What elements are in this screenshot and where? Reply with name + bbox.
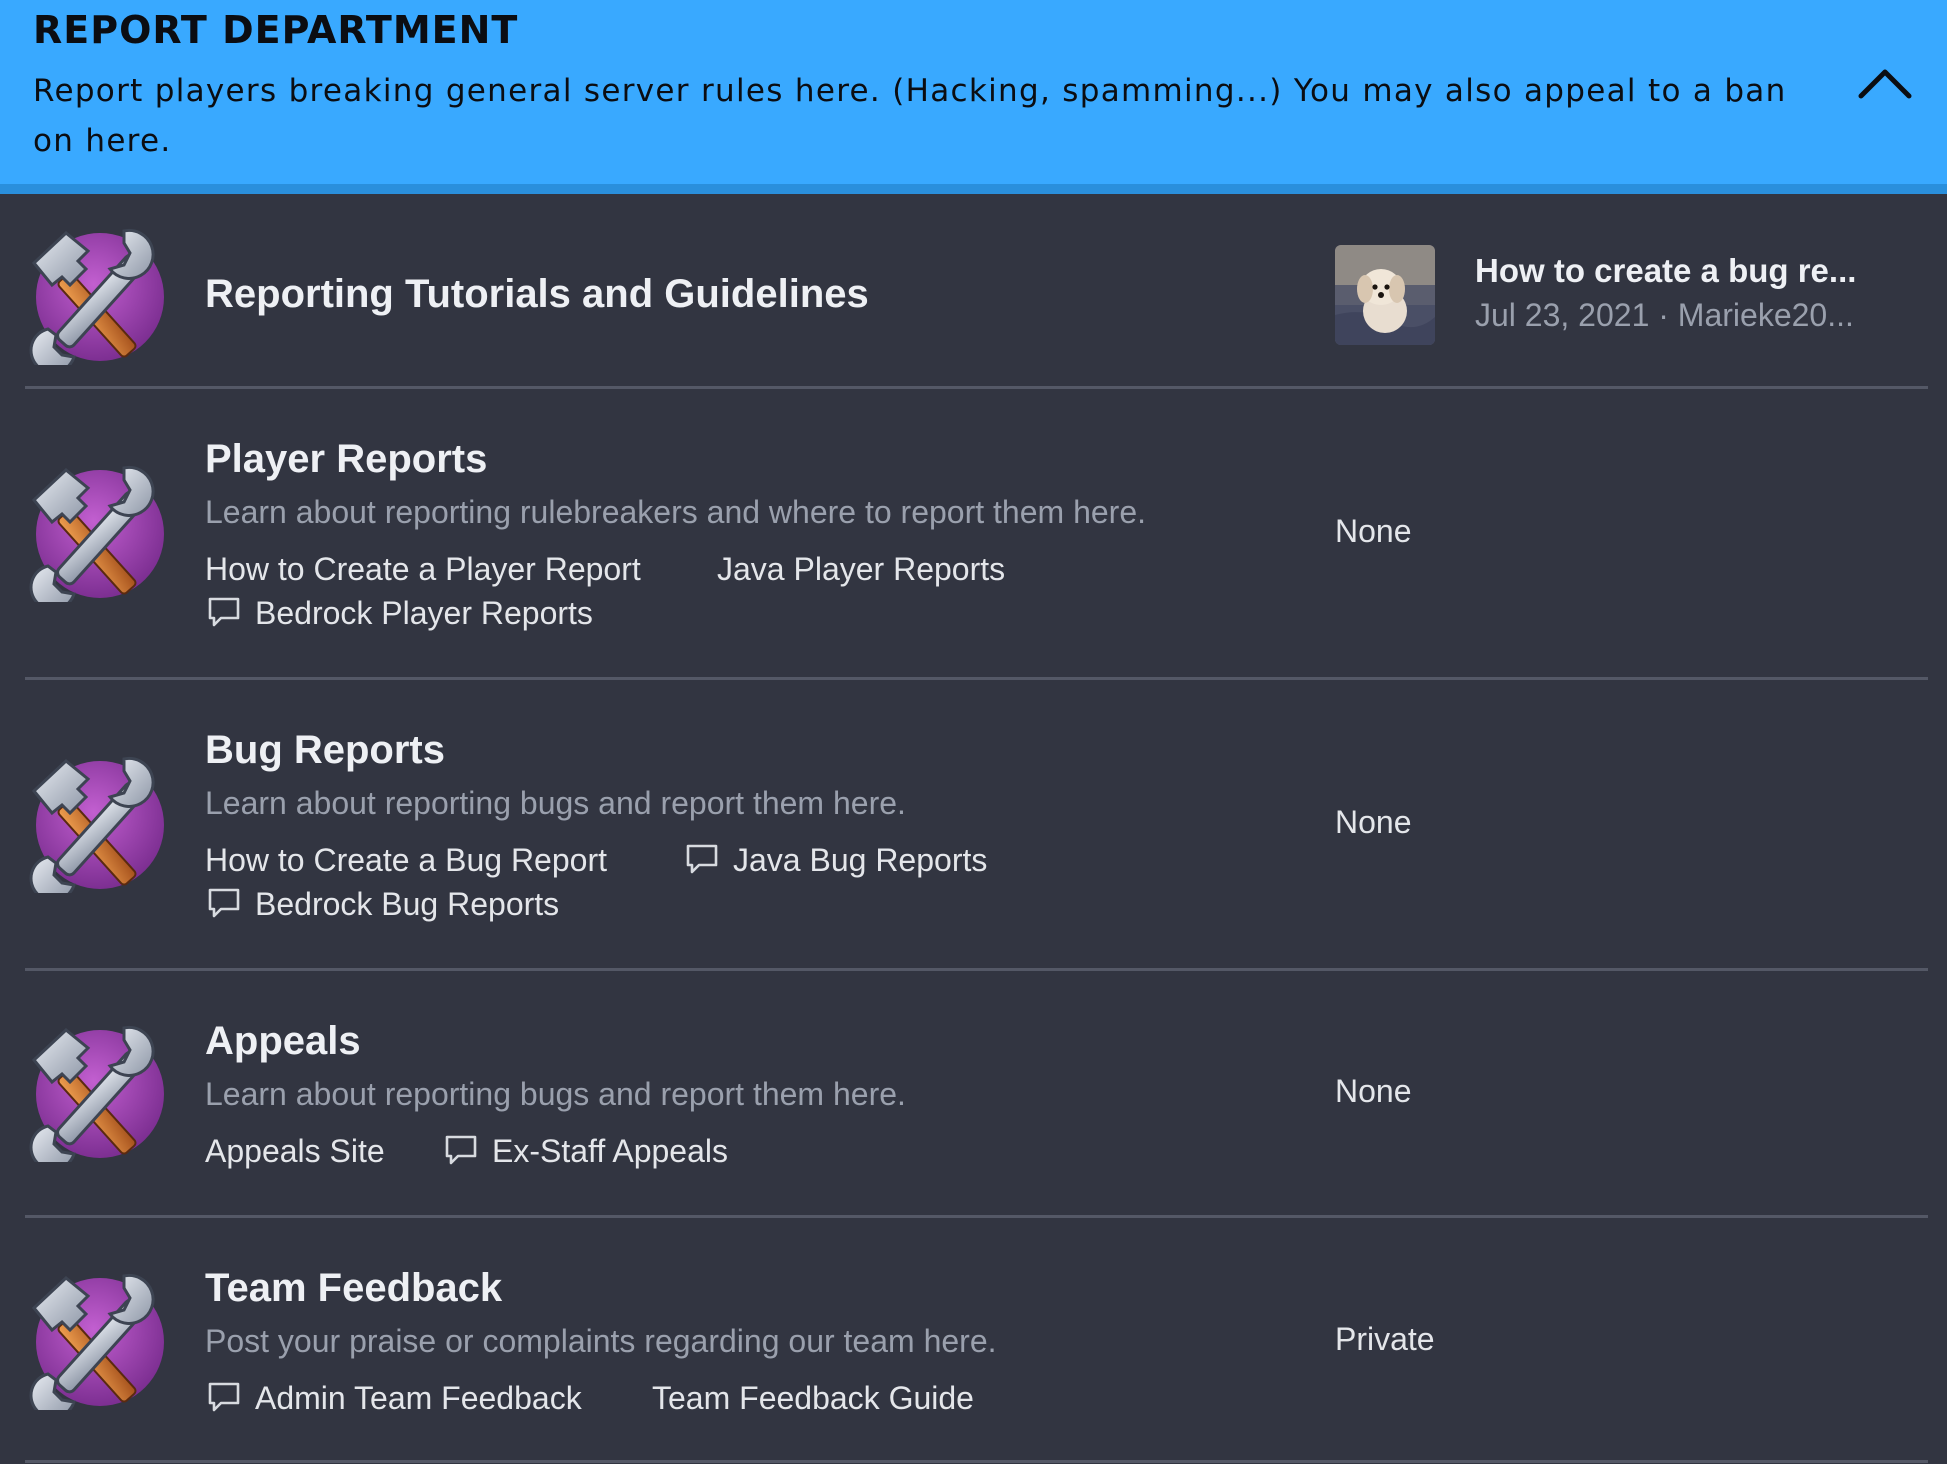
- chat-icon: [444, 1134, 478, 1166]
- tools-icon: [26, 1270, 166, 1410]
- forum-description: Post your praise or complaints regarding…: [205, 1323, 997, 1359]
- subforum-label: How to Create a Bug Report: [205, 842, 607, 878]
- latest-post-meta: Jul 23, 2021 · Marieke20...: [1475, 297, 1854, 334]
- row-divider: [25, 677, 1928, 680]
- row-divider: [25, 1460, 1928, 1463]
- latest-thread-title[interactable]: How to create a bug re...: [1475, 252, 1856, 290]
- row-divider: [25, 386, 1928, 389]
- forum-title[interactable]: Bug Reports: [205, 728, 445, 773]
- subforum-link[interactable]: Admin Team Feedback: [207, 1380, 582, 1417]
- forum-description: Learn about reporting rulebreakers and w…: [205, 494, 1146, 530]
- subforum-label: Java Bug Reports: [733, 842, 988, 878]
- latest-post-none: Private: [1335, 1321, 1435, 1357]
- row-divider: [25, 1215, 1928, 1218]
- category-description: Report players breaking general server r…: [33, 73, 1787, 159]
- tools-icon: [26, 462, 166, 602]
- latest-post-date[interactable]: Jul 23, 2021: [1475, 297, 1649, 333]
- row-divider: [25, 968, 1928, 971]
- latest-post-none: None: [1335, 513, 1412, 549]
- latest-post-none: None: [1335, 804, 1412, 840]
- chevron-up-icon: [1858, 69, 1912, 99]
- subforum-label: Ex-Staff Appeals: [492, 1133, 728, 1169]
- latest-post-avatar[interactable]: [1335, 245, 1435, 345]
- tools-icon: [26, 225, 166, 365]
- subforum-label: Bedrock Bug Reports: [255, 886, 560, 922]
- tools-icon: [26, 753, 166, 893]
- category-header: REPORT DEPARTMENT Report players breakin…: [0, 0, 1947, 194]
- forum-description: Learn about reporting bugs and report th…: [205, 785, 906, 821]
- subforum-link[interactable]: Bedrock Player Reports: [207, 595, 593, 632]
- subforum-link[interactable]: Java Player Reports: [717, 551, 1005, 588]
- meta-separator: ·: [1658, 297, 1669, 333]
- latest-post-author[interactable]: Marieke20...: [1678, 297, 1854, 333]
- forum-title[interactable]: Reporting Tutorials and Guidelines: [205, 272, 869, 317]
- collapse-toggle-button[interactable]: [1855, 62, 1915, 102]
- subforum-link[interactable]: Ex-Staff Appeals: [444, 1133, 728, 1170]
- dog-avatar-image: [1335, 245, 1435, 345]
- latest-post-none: None: [1335, 1073, 1412, 1109]
- forum-description: Learn about reporting bugs and report th…: [205, 1076, 906, 1112]
- subforum-link[interactable]: How to Create a Bug Report: [205, 842, 607, 879]
- chat-icon: [685, 843, 719, 875]
- subforum-link[interactable]: Java Bug Reports: [685, 842, 987, 879]
- subforum-link[interactable]: Team Feedback Guide: [652, 1380, 974, 1417]
- forum-title[interactable]: Player Reports: [205, 437, 487, 482]
- forum-title[interactable]: Team Feedback: [205, 1266, 502, 1311]
- subforum-label: Appeals Site: [205, 1133, 385, 1169]
- chat-icon: [207, 1381, 241, 1413]
- subforum-link[interactable]: Bedrock Bug Reports: [207, 886, 559, 923]
- subforum-label: Java Player Reports: [717, 551, 1006, 587]
- subforum-link[interactable]: Appeals Site: [205, 1133, 385, 1170]
- subforum-label: Bedrock Player Reports: [255, 595, 593, 631]
- subforum-link[interactable]: How to Create a Player Report: [205, 551, 641, 588]
- subforum-label: How to Create a Player Report: [205, 551, 641, 587]
- chat-icon: [207, 596, 241, 628]
- chat-icon: [207, 887, 241, 919]
- subforum-label: Team Feedback Guide: [652, 1380, 974, 1416]
- forum-title[interactable]: Appeals: [205, 1019, 361, 1064]
- category-title[interactable]: REPORT DEPARTMENT: [33, 8, 518, 52]
- subforum-label: Admin Team Feedback: [255, 1380, 582, 1416]
- tools-icon: [26, 1022, 166, 1162]
